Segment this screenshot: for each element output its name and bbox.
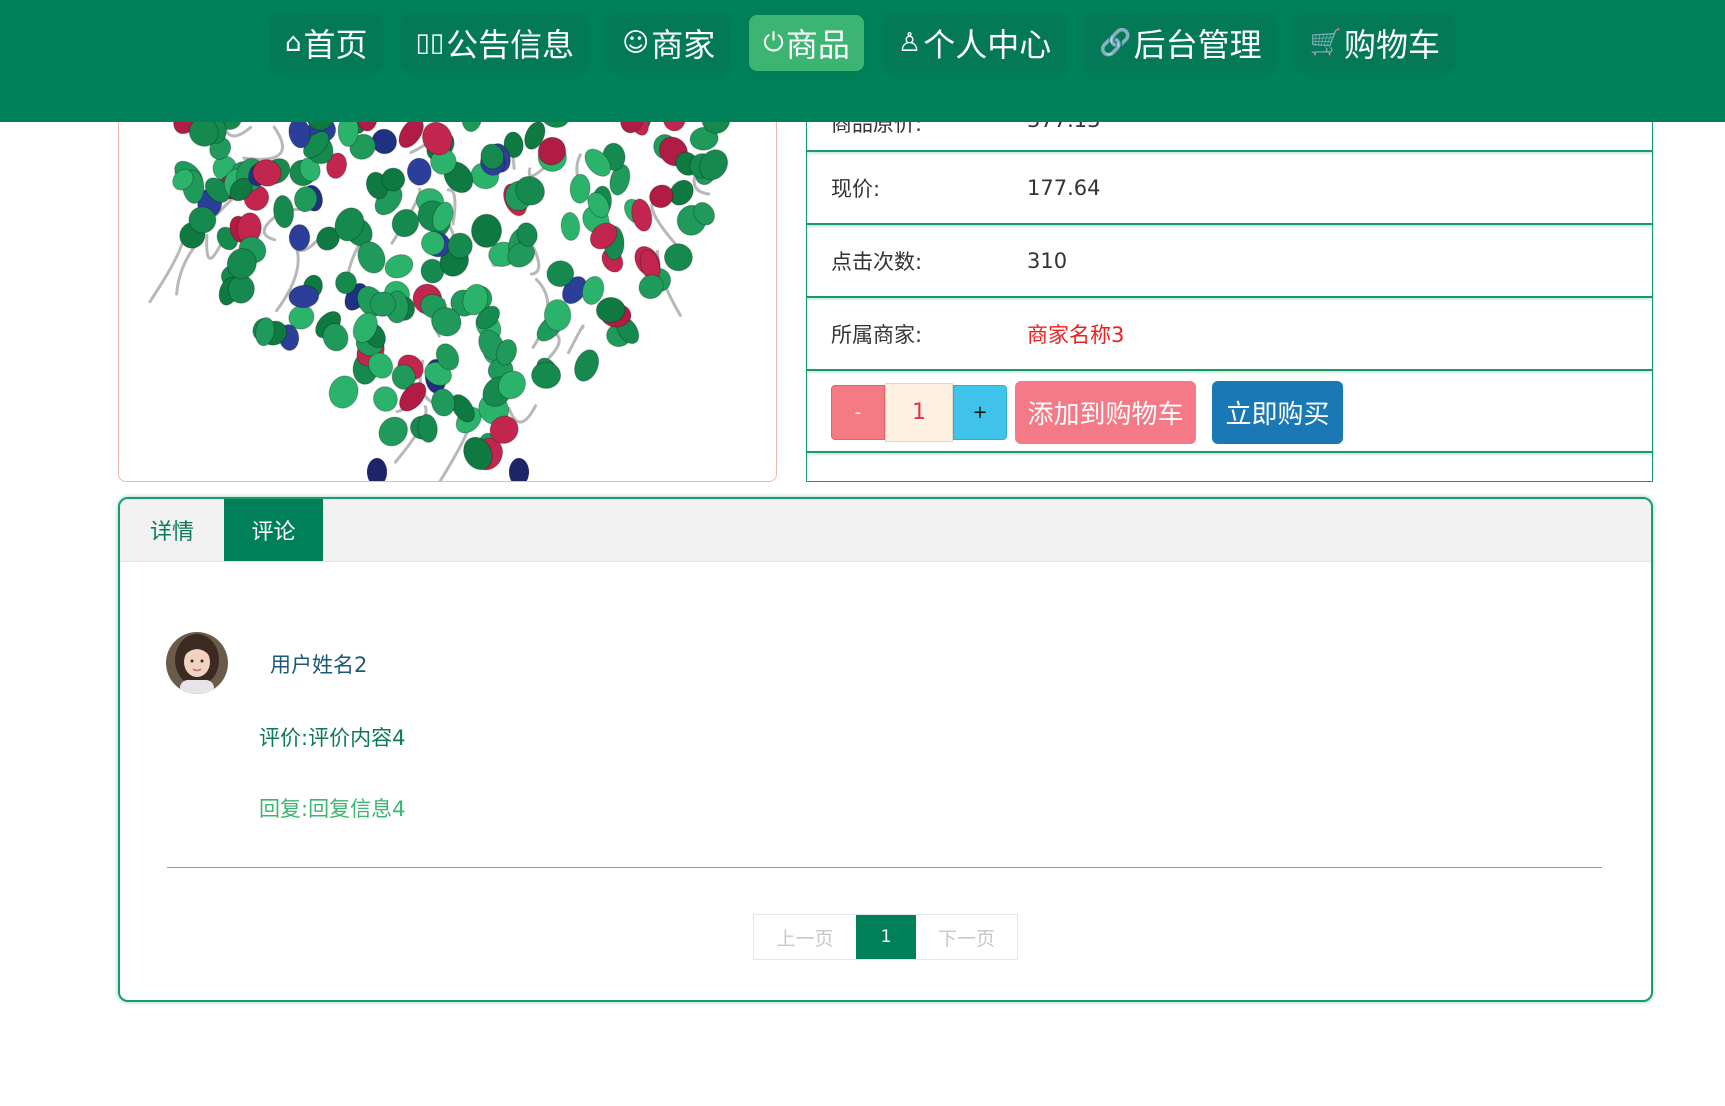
tab-comments[interactable]: 评论: [224, 499, 323, 561]
quantity-decrease-button[interactable]: -: [831, 385, 885, 440]
prev-page-button[interactable]: 上一页: [754, 915, 856, 959]
cart-icon: 🛒: [1309, 28, 1342, 58]
nav-label: 商家: [651, 26, 716, 64]
nav-item-products[interactable]: ⏻ 商品: [749, 15, 864, 71]
merchant-link[interactable]: 商家名称3: [1027, 319, 1124, 349]
product-info-table: 商品原价: 377.13 现价: 177.64 点击次数: 310 所属商家: …: [806, 100, 1653, 482]
tab-details[interactable]: 详情: [120, 499, 224, 561]
nav-label: 首页: [303, 26, 368, 64]
purchase-actions: - + 添加到购物车 立即购买: [807, 371, 1652, 453]
home-icon: ⌂: [285, 28, 302, 58]
comment-content: 评价:评价内容4: [259, 726, 406, 750]
top-navbar: ⌂ 首页 ▯▯ 公告信息 ☺ 商家 ⏻ 商品 ♙ 个人中心 🔗 后台管理 🛒 购…: [0, 0, 1725, 122]
product-image-panel: [118, 100, 777, 482]
current-price-row: 现价: 177.64: [807, 152, 1652, 225]
merchant-label: 所属商家:: [831, 322, 923, 347]
nav-label: 商品: [785, 26, 850, 64]
detail-comment-tabs: 详情 评论 用户姓名2 评价:评价内容4 回复:回复信息4 上一页 1 下一页: [118, 497, 1653, 1002]
click-count-label: 点击次数:: [831, 249, 923, 274]
notice-icon: ▯▯: [415, 28, 445, 58]
nav-item-notice[interactable]: ▯▯ 公告信息: [401, 15, 589, 71]
buy-now-button[interactable]: 立即购买: [1212, 381, 1343, 444]
product-image: [119, 100, 776, 481]
pagination: 上一页 1 下一页: [753, 914, 1018, 960]
nav-item-home[interactable]: ⌂ 首页: [271, 15, 382, 71]
nav-item-merchant[interactable]: ☺ 商家: [608, 15, 730, 71]
smile-icon: ☺: [622, 28, 650, 58]
nav-item-cart[interactable]: 🛒 购物车: [1295, 15, 1454, 71]
click-count-row: 点击次数: 310: [807, 225, 1652, 298]
avatar: [166, 632, 228, 694]
comment-reply: 回复:回复信息4: [259, 797, 406, 821]
nav-item-admin[interactable]: 🔗 后台管理: [1085, 15, 1276, 71]
tab-bar: 详情 评论: [120, 499, 1651, 562]
nav-menu: ⌂ 首页 ▯▯ 公告信息 ☺ 商家 ⏻ 商品 ♙ 个人中心 🔗 后台管理 🛒 购…: [0, 15, 1725, 71]
power-icon: ⏻: [763, 27, 784, 58]
nav-label: 后台管理: [1133, 26, 1262, 64]
avatar-image: [166, 632, 228, 694]
link-icon: 🔗: [1099, 28, 1132, 58]
nav-label: 个人中心: [923, 26, 1052, 64]
nav-item-profile[interactable]: ♙ 个人中心: [883, 15, 1066, 71]
quantity-input[interactable]: [885, 383, 953, 442]
comment-divider: [167, 867, 1602, 868]
nav-label: 购物车: [1343, 26, 1440, 64]
comment-username: 用户姓名2: [270, 653, 368, 677]
user-icon: ♙: [897, 28, 922, 58]
page-number-button[interactable]: 1: [856, 915, 916, 959]
current-price-value: 177.64: [1027, 175, 1101, 200]
merchant-row: 所属商家: 商家名称3: [807, 298, 1652, 371]
quantity-increase-button[interactable]: +: [953, 385, 1007, 440]
current-price-label: 现价:: [831, 176, 881, 201]
click-count-value: 310: [1027, 248, 1068, 273]
add-to-cart-button[interactable]: 添加到购物车: [1015, 381, 1196, 444]
nav-label: 公告信息: [446, 26, 575, 64]
next-page-button[interactable]: 下一页: [916, 915, 1017, 959]
